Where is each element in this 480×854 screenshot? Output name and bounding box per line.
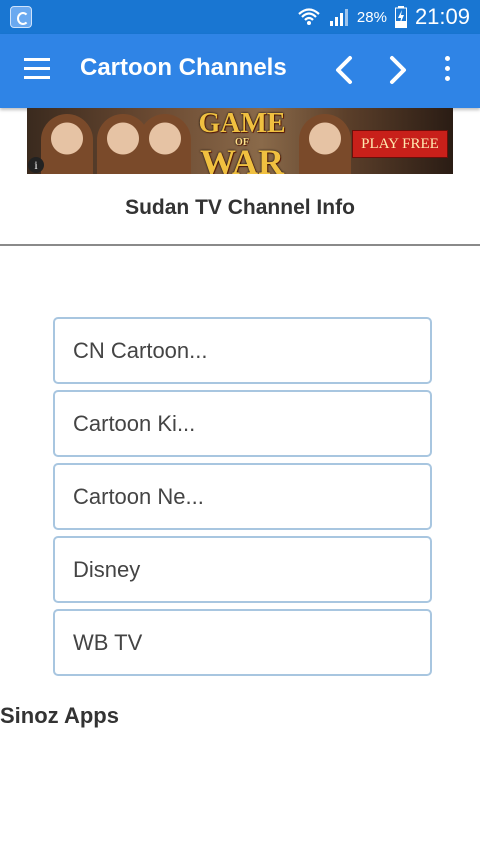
toolbar-title: Cartoon Channels xyxy=(80,54,287,81)
clock: 21:09 xyxy=(414,4,470,29)
channel-item-cn-cartoon[interactable]: CN Cartoon... xyxy=(53,317,432,384)
wifi-icon xyxy=(298,8,320,25)
ad-game-word: GAME xyxy=(198,108,286,139)
ad-character xyxy=(41,114,93,174)
chevron-left-icon[interactable] xyxy=(326,50,362,90)
ad-character xyxy=(299,114,351,174)
ad-character xyxy=(139,114,191,174)
page-heading: Sudan TV Channel Info xyxy=(125,196,355,219)
ad-info-icon[interactable]: i xyxy=(28,157,44,173)
ad-banner[interactable]: GAME OF WAR PLAY FREE xyxy=(27,108,453,174)
status-bar-right: 28% 21:09 xyxy=(297,0,470,34)
ad-war-word: WAR xyxy=(199,142,284,174)
menu-icon[interactable] xyxy=(24,58,50,80)
signal-icon xyxy=(329,9,348,26)
overflow-menu-icon[interactable] xyxy=(437,56,457,86)
channel-item-wb-tv[interactable]: WB TV xyxy=(53,609,432,676)
divider xyxy=(0,244,480,246)
app-notification-icon xyxy=(10,6,32,28)
battery-percent: 28% xyxy=(356,8,387,26)
channel-item-disney[interactable]: Disney xyxy=(53,536,432,603)
footer-developer[interactable]: Sinoz Apps xyxy=(0,703,119,729)
ad-game-logo: GAME OF WAR xyxy=(187,108,297,175)
ad-play-free-button[interactable]: PLAY FREE xyxy=(352,130,448,158)
app-toolbar: Cartoon Channels xyxy=(0,34,480,108)
channel-item-cartoon-ki[interactable]: Cartoon Ki... xyxy=(53,390,432,457)
chevron-right-icon[interactable] xyxy=(380,50,416,90)
channel-item-cartoon-ne[interactable]: Cartoon Ne... xyxy=(53,463,432,530)
channel-list: CN Cartoon... Cartoon Ki... Cartoon Ne..… xyxy=(53,317,432,682)
battery-charging-icon xyxy=(394,6,407,28)
status-bar: 28% 21:09 xyxy=(0,0,480,34)
